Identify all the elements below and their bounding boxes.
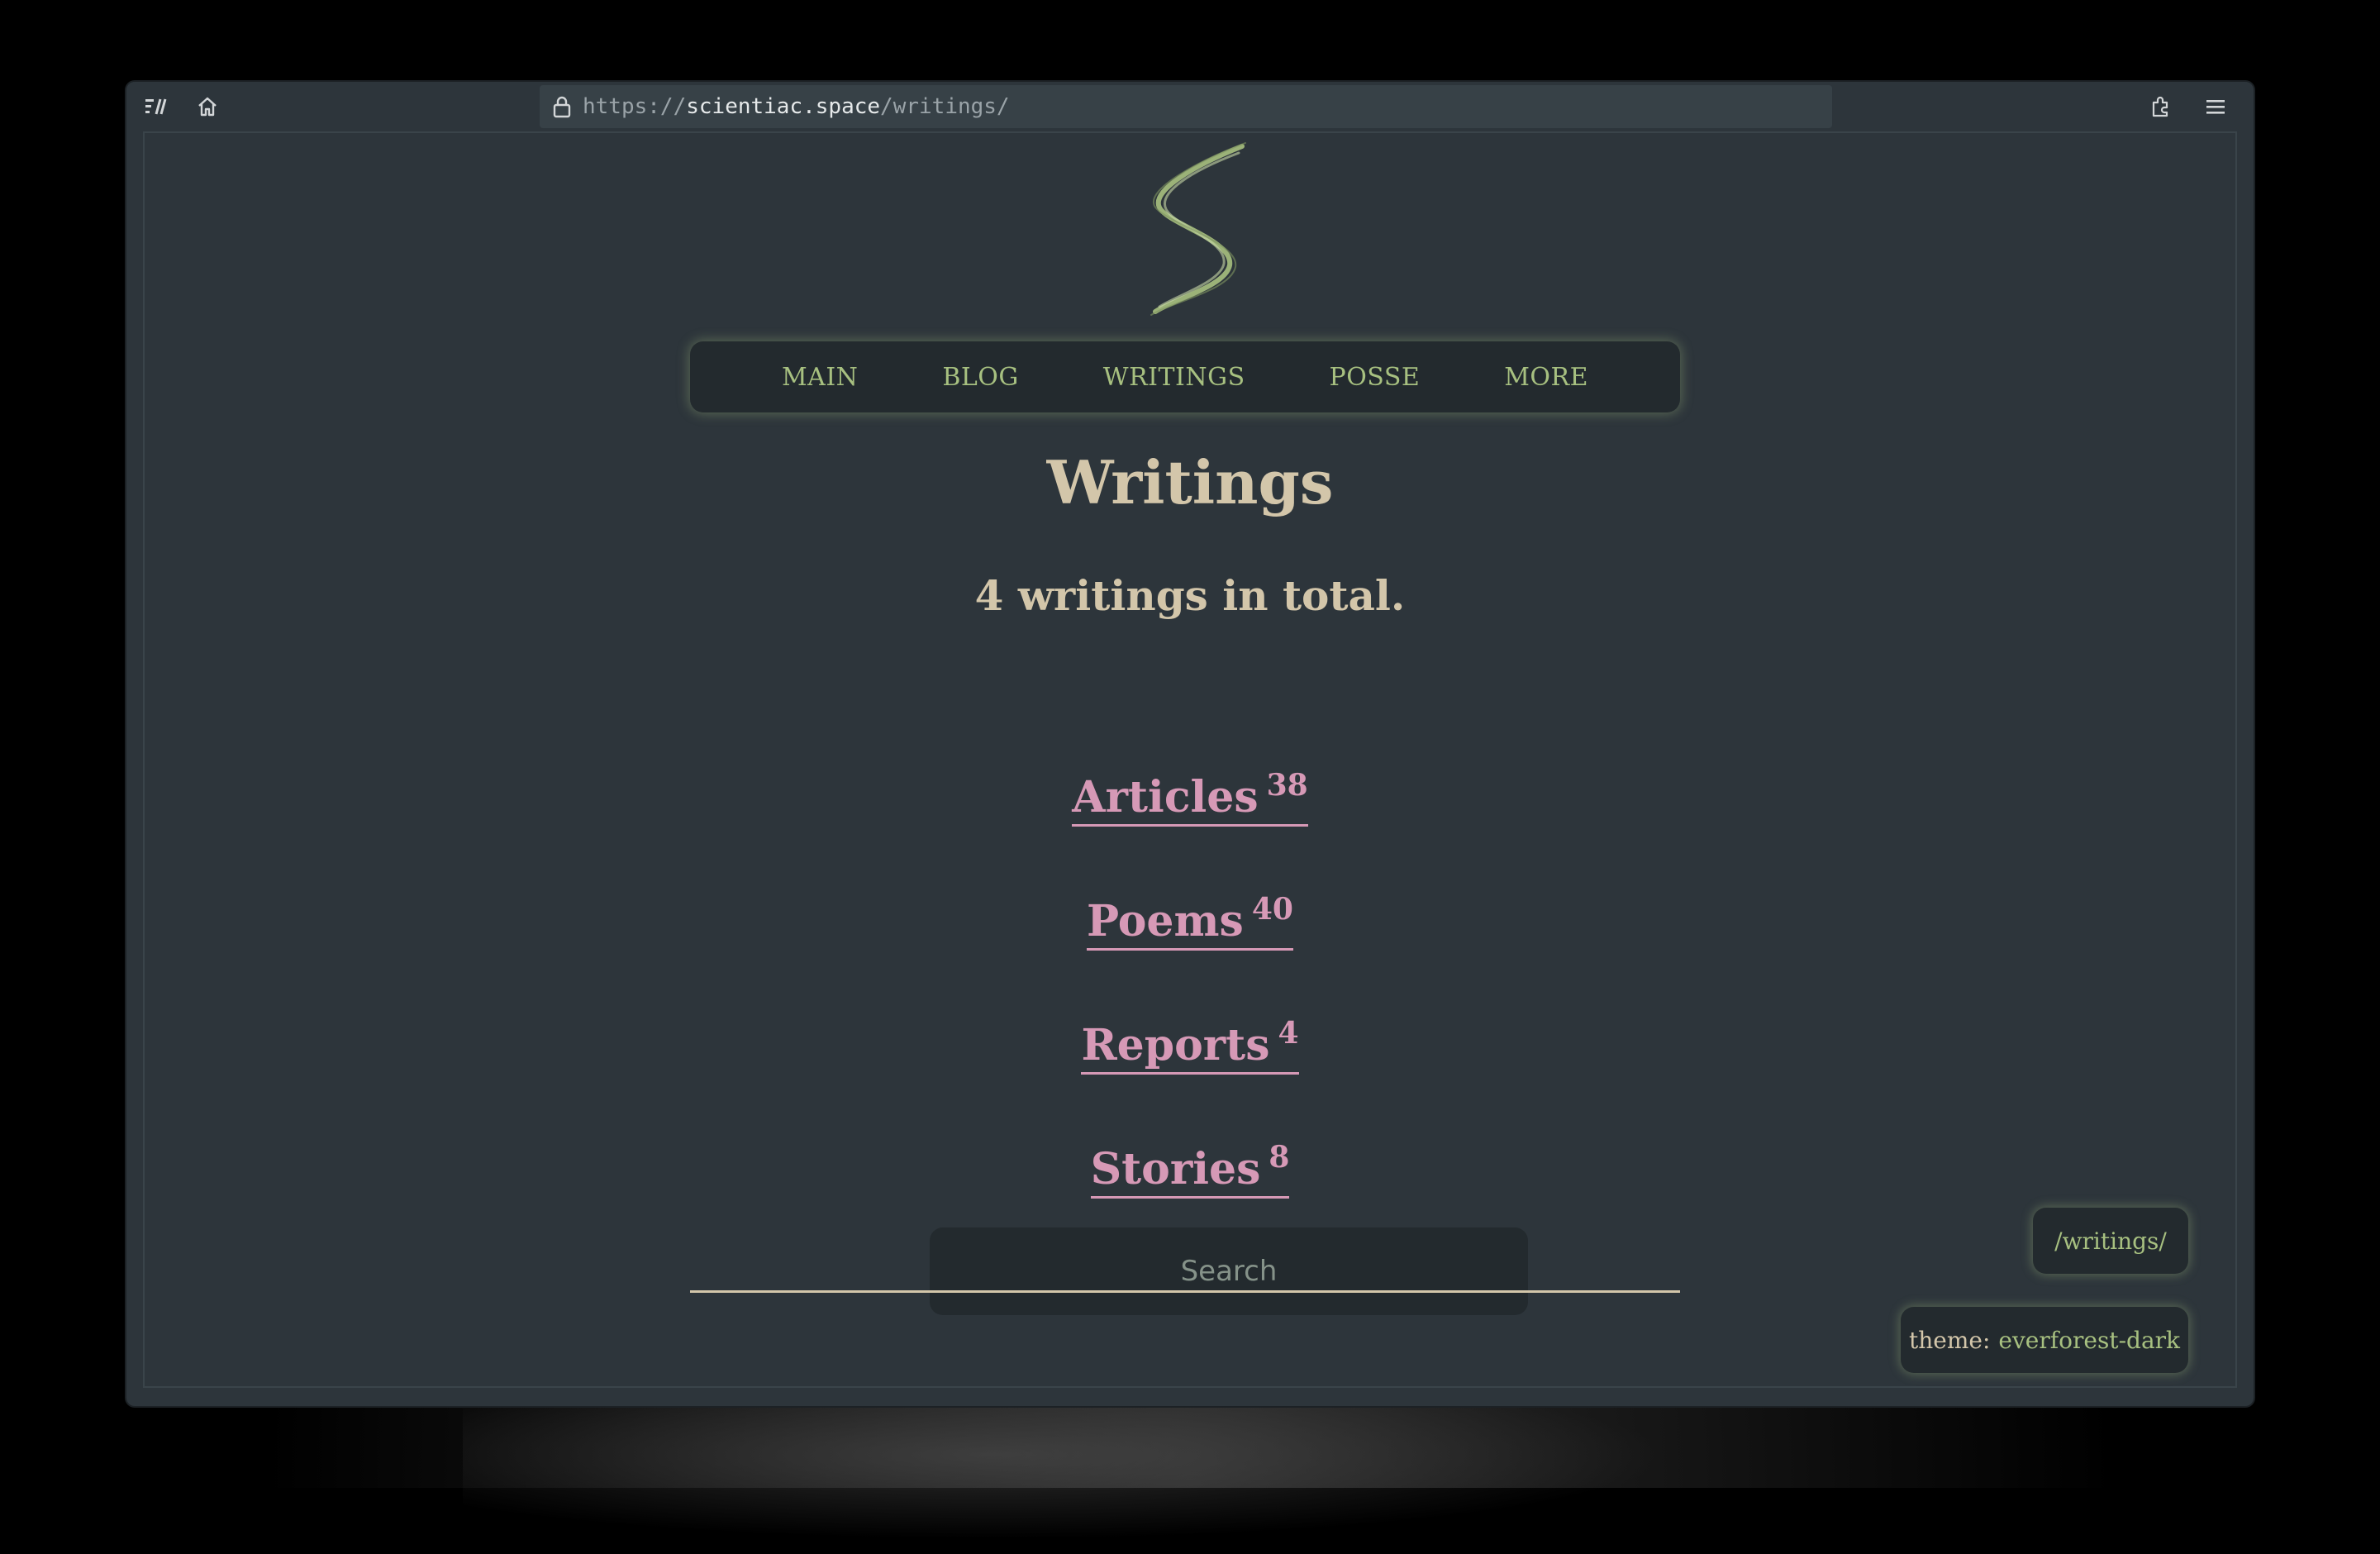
nav-item-more[interactable]: MORE bbox=[1504, 363, 1588, 392]
category-label: Poems bbox=[1087, 896, 1244, 946]
category-link-stories[interactable]: Stories 8 bbox=[1090, 1140, 1290, 1199]
category-link-articles[interactable]: Articles 38 bbox=[1072, 768, 1308, 827]
menu-icon[interactable] bbox=[2202, 93, 2229, 120]
category-label: Reports bbox=[1081, 1020, 1270, 1070]
extensions-icon[interactable] bbox=[2148, 93, 2174, 120]
theme-value: everforest-dark bbox=[1998, 1326, 2180, 1354]
browser-toolbar: https://scientiac.space/writings/ bbox=[126, 82, 2254, 131]
category-count: 4 bbox=[1278, 1016, 1299, 1051]
category-count: 38 bbox=[1266, 768, 1308, 803]
category-item: Stories 8 bbox=[145, 1140, 2235, 1199]
category-label: Stories bbox=[1090, 1144, 1261, 1194]
category-link-reports[interactable]: Reports 4 bbox=[1081, 1016, 1299, 1075]
url-host: scientiac.space bbox=[686, 94, 881, 119]
page-subtitle: 4 writings in total. bbox=[974, 571, 1406, 620]
search-input[interactable] bbox=[930, 1227, 1528, 1315]
address-bar[interactable]: https://scientiac.space/writings/ bbox=[540, 85, 1832, 128]
site-logo-icon[interactable] bbox=[1143, 141, 1255, 317]
url-path: /writings/ bbox=[880, 94, 1010, 119]
url-scheme: https:// bbox=[583, 94, 687, 119]
lock-icon bbox=[553, 95, 571, 118]
nav-item-main[interactable]: MAIN bbox=[782, 363, 858, 392]
category-label: Articles bbox=[1072, 772, 1259, 822]
theme-label: theme: bbox=[1909, 1326, 1991, 1354]
category-count: 40 bbox=[1251, 892, 1293, 927]
category-item: Reports 4 bbox=[145, 1016, 2235, 1075]
path-badge: /writings/ bbox=[2033, 1208, 2188, 1274]
category-link-poems[interactable]: Poems 40 bbox=[1087, 892, 1293, 951]
divider bbox=[690, 1290, 1680, 1293]
main-nav: MAIN BLOG WRITINGS POSSE MORE bbox=[690, 341, 1680, 412]
page-content: MAIN BLOG WRITINGS POSSE MORE Writings 4… bbox=[143, 131, 2237, 1388]
sidebar-toggle-icon[interactable] bbox=[143, 93, 169, 120]
home-icon[interactable] bbox=[194, 93, 221, 120]
page-title: Writings bbox=[1046, 447, 1334, 517]
nav-item-writings[interactable]: WRITINGS bbox=[1103, 363, 1245, 392]
nav-item-blog[interactable]: BLOG bbox=[942, 363, 1019, 392]
category-item: Poems 40 bbox=[145, 892, 2235, 951]
theme-badge[interactable]: theme: everforest-dark bbox=[1901, 1307, 2188, 1373]
nav-item-posse[interactable]: POSSE bbox=[1330, 363, 1421, 392]
category-count: 8 bbox=[1269, 1140, 1290, 1175]
wallpaper-swirl bbox=[463, 1389, 1785, 1554]
browser-window: https://scientiac.space/writings/ MAIN B… bbox=[126, 82, 2254, 1406]
category-item: Articles 38 bbox=[145, 768, 2235, 827]
